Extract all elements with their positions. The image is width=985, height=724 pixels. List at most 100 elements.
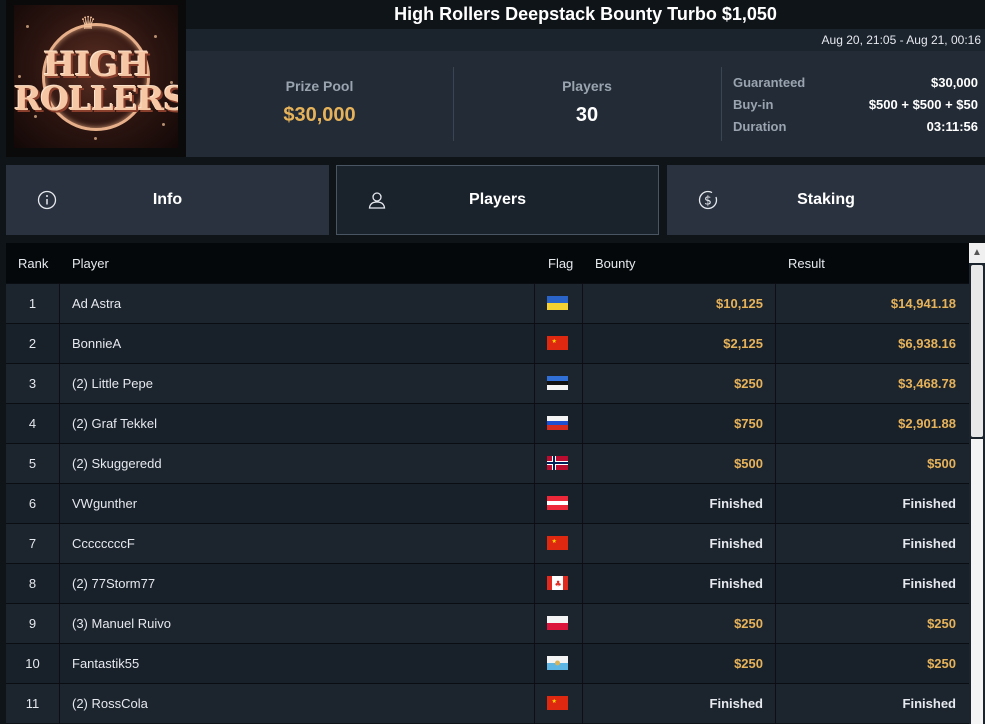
table-row[interactable]: 9 (3) Manuel Ruivo $250 $250 — [6, 603, 969, 644]
player-name[interactable]: BonnieA — [72, 324, 121, 364]
result-cell: $250 — [927, 656, 956, 671]
prize-pool-label: Prize Pool — [285, 78, 354, 94]
table-row[interactable]: 3 (2) Little Pepe $250 $3,468.78 — [6, 363, 969, 404]
header-flag[interactable]: Flag — [548, 256, 573, 271]
result-cell: Finished — [902, 536, 956, 551]
svg-text:★: ★ — [552, 538, 557, 545]
duration-label: Duration — [733, 119, 787, 134]
prize-pool-stat: Prize Pool $30,000 — [186, 51, 453, 157]
header-bounty[interactable]: Bounty — [595, 256, 635, 271]
table-row[interactable]: 8 (2) 77Storm77 ♣ Finished Finished — [6, 563, 969, 604]
bounty-cell: $250 — [734, 656, 763, 671]
table-row[interactable]: 7 CcccccccF ★ Finished Finished — [6, 523, 969, 564]
china-flag-icon: ★ — [547, 696, 568, 710]
tab-players-label: Players — [469, 191, 526, 208]
player-name[interactable]: (2) Graf Tekkel — [72, 404, 157, 444]
rank-cell: 9 — [28, 616, 37, 631]
bounty-cell: Finished — [709, 536, 763, 551]
bounty-cell: Finished — [709, 576, 763, 591]
buyin-value: $500 + $500 + $50 — [868, 97, 978, 112]
russia-flag-icon — [547, 416, 568, 430]
result-cell: Finished — [902, 696, 956, 711]
bounty-cell: $500 — [734, 456, 763, 471]
scroll-thumb[interactable] — [971, 265, 983, 437]
san-marino-flag-icon — [547, 656, 568, 670]
result-cell: Finished — [902, 496, 956, 511]
result-cell: $250 — [927, 616, 956, 631]
player-name[interactable]: CcccccccF — [72, 524, 135, 564]
player-name[interactable]: Fantastik55 — [72, 644, 139, 684]
rank-cell: 5 — [28, 456, 37, 471]
bounty-cell: Finished — [709, 696, 763, 711]
player-name[interactable]: Ad Astra — [72, 284, 121, 324]
tournament-dates: Aug 20, 21:05 - Aug 21, 00:16 — [821, 33, 981, 47]
tab-players[interactable]: Players — [336, 165, 659, 235]
norway-flag-icon — [547, 456, 568, 470]
result-cell: $3,468.78 — [898, 376, 956, 391]
tab-staking[interactable]: $ Staking — [667, 165, 985, 235]
bounty-cell: $2,125 — [723, 336, 763, 351]
result-cell: $14,941.18 — [890, 296, 956, 311]
players-label: Players — [562, 78, 612, 94]
bounty-cell: $250 — [734, 616, 763, 631]
poland-flag-icon — [547, 616, 568, 630]
logo-text-rollers: ROLLERS — [14, 79, 178, 118]
canada-flag-icon: ♣ — [547, 576, 568, 590]
tab-staking-label: Staking — [797, 191, 855, 208]
tournament-logo: ♛ HIGH ROLLERS — [6, 0, 186, 157]
estonia-flag-icon — [547, 376, 568, 390]
tab-info[interactable]: Info — [6, 165, 329, 235]
table-row[interactable]: 6 VWgunther Finished Finished — [6, 483, 969, 524]
svg-text:♣: ♣ — [555, 580, 562, 589]
guaranteed-label: Guaranteed — [733, 75, 806, 90]
players-table: Rank Player Flag Bounty Result 1 Ad Astra… — [6, 243, 969, 724]
player-name[interactable]: (3) Manuel Ruivo — [72, 604, 171, 644]
player-name[interactable]: (2) Skuggeredd — [72, 444, 162, 484]
tab-info-label: Info — [152, 191, 183, 208]
ukraine-flag-icon — [547, 296, 568, 310]
bounty-cell: Finished — [709, 496, 763, 511]
result-cell: $500 — [927, 456, 956, 471]
stats-divider — [721, 67, 722, 141]
rank-cell: 2 — [28, 336, 37, 351]
header-rank[interactable]: Rank — [18, 256, 48, 271]
result-cell: $6,938.16 — [898, 336, 956, 351]
table-scrollbar[interactable]: ▲ — [969, 243, 985, 724]
result-cell: $2,901.88 — [898, 416, 956, 431]
scroll-up-icon[interactable]: ▲ — [969, 243, 985, 263]
rank-cell: 10 — [25, 656, 40, 671]
player-name[interactable]: (2) Little Pepe — [72, 364, 153, 404]
rank-cell: 8 — [28, 576, 37, 591]
table-row[interactable]: 1 Ad Astra $10,125 $14,941.18 — [6, 283, 969, 324]
table-header: Rank Player Flag Bounty Result — [6, 243, 969, 283]
rank-cell: 1 — [28, 296, 37, 311]
table-row[interactable]: 11 (2) RossCola ★ Finished Finished — [6, 683, 969, 724]
svg-text:★: ★ — [552, 338, 557, 345]
tournament-page: ♛ HIGH ROLLERS High Rollers Deepstack Bo… — [0, 0, 985, 724]
header-result[interactable]: Result — [788, 256, 825, 271]
bounty-cell: $750 — [734, 416, 763, 431]
title-bar: High Rollers Deepstack Bounty Turbo $1,0… — [186, 0, 985, 29]
table-row[interactable]: 4 (2) Graf Tekkel $750 $2,901.88 — [6, 403, 969, 444]
rank-cell: 4 — [28, 416, 37, 431]
scroll-track[interactable] — [971, 439, 983, 724]
table-row[interactable]: 5 (2) Skuggeredd $500 $500 — [6, 443, 969, 484]
dates-bar: Aug 20, 21:05 - Aug 21, 00:16 — [186, 29, 985, 51]
players-stat: Players 30 — [454, 51, 720, 157]
table-row[interactable]: 10 Fantastik55 $250 $250 — [6, 643, 969, 684]
crown-icon: ♛ — [80, 13, 97, 33]
stats-panel: Prize Pool $30,000 Players 30 Guaranteed… — [186, 51, 985, 157]
player-name[interactable]: VWgunther — [72, 484, 137, 524]
rank-cell: 11 — [25, 696, 40, 711]
player-name[interactable]: (2) 77Storm77 — [72, 564, 155, 604]
player-name[interactable]: (2) RossCola — [72, 684, 148, 724]
table-row[interactable]: 2 BonnieA ★ $2,125 $6,938.16 — [6, 323, 969, 364]
rank-cell: 6 — [28, 496, 37, 511]
tournament-title: High Rollers Deepstack Bounty Turbo $1,0… — [394, 4, 777, 24]
bounty-cell: $10,125 — [716, 296, 763, 311]
header-player[interactable]: Player — [72, 256, 109, 271]
duration-value: 03:11:56 — [926, 119, 978, 134]
china-flag-icon: ★ — [547, 536, 568, 550]
guaranteed-value: $30,000 — [931, 75, 978, 90]
buyin-label: Buy-in — [733, 97, 774, 112]
